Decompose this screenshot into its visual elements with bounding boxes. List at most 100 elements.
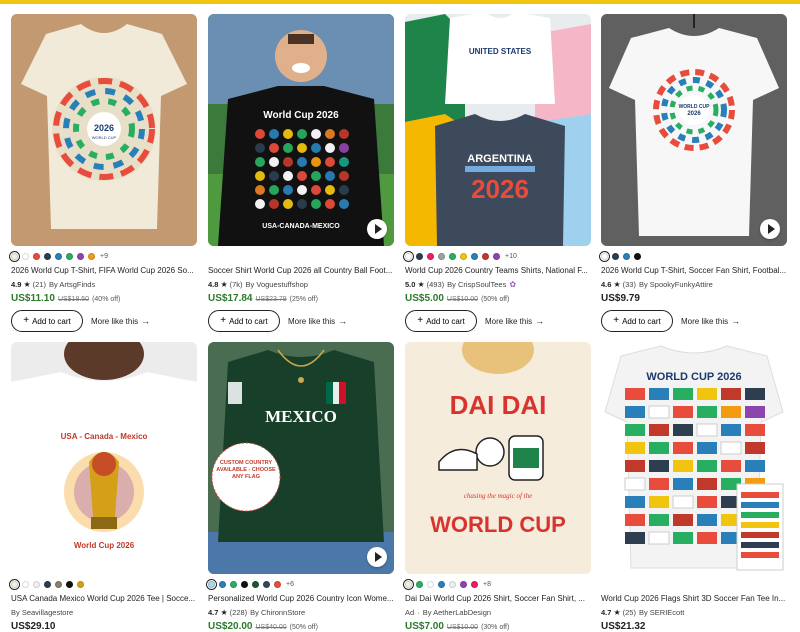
more-like-this-link[interactable]: More like this → [485,316,544,326]
color-swatch[interactable] [427,253,434,260]
shop-name[interactable]: By Voguestuffshop [246,280,308,289]
sale-price: US$11.10 [11,293,55,304]
color-swatch[interactable] [77,581,84,588]
color-swatch[interactable] [66,253,73,260]
listing-card[interactable]: MEXICO CUSTOM COUNTRY AVAILABLE - CHOOSE… [208,342,394,632]
listing-image[interactable]: USA - Canada - Mexico World Cup 2026 [11,342,197,574]
shop-name[interactable]: By SERIEcott [639,608,684,617]
color-swatch[interactable] [274,581,281,588]
color-swatches: +6 [208,580,394,589]
color-swatch[interactable] [44,253,51,260]
listing-image[interactable]: DAI DAI chasing the magic of the WORLD C… [405,342,591,574]
listing-card[interactable]: DAI DAI chasing the magic of the WORLD C… [405,342,591,632]
tshirt-image: MEXICO CUSTOM COUNTRY AVAILABLE - CHOOSE… [208,342,394,574]
color-swatch[interactable] [427,581,434,588]
color-swatch[interactable] [11,581,18,588]
color-swatch[interactable] [438,253,445,260]
listing-title[interactable]: 2026 World Cup T-Shirt, FIFA World Cup 2… [11,266,197,275]
color-swatch[interactable] [208,581,215,588]
play-video-icon[interactable] [760,219,780,239]
color-swatch[interactable] [493,253,500,260]
color-swatch[interactable] [11,253,18,260]
listing-title[interactable]: Dai Dai World Cup 2026 Shirt, Soccer Fan… [405,594,591,603]
card-actions: + Add to cart More like this → [405,310,591,332]
listing-card[interactable]: WORLD CUP 2026 2026 World Cup T-Shirt, S… [601,14,787,332]
color-swatch[interactable] [460,253,467,260]
shop-name[interactable]: By SpookyFunkyAttire [639,280,713,289]
shop-name[interactable]: By Seavillagestore [11,608,73,617]
more-like-this-link[interactable]: More like this → [288,316,347,326]
color-swatch[interactable] [22,253,29,260]
color-swatch[interactable] [601,253,608,260]
listing-card[interactable]: UNITED STATES ARGENTINA 2026 +10 World C… [405,14,591,332]
color-swatch[interactable] [623,253,630,260]
listing-image[interactable]: MEXICO CUSTOM COUNTRY AVAILABLE - CHOOSE… [208,342,394,574]
shop-name[interactable]: By ArtsgFinds [49,280,95,289]
add-to-cart-button[interactable]: + Add to cart [601,310,673,332]
listing-card[interactable]: World Cup 2026 USA-CANADA-MEXICO Soccer … [208,14,394,332]
star-icon: ★ [220,608,228,617]
color-swatch[interactable] [612,253,619,260]
color-swatch[interactable] [416,581,423,588]
color-swatch[interactable] [438,581,445,588]
color-swatch[interactable] [88,253,95,260]
color-swatch[interactable] [263,581,270,588]
image-subheadline: WORLD CUP [430,512,566,537]
shop-name[interactable]: By CrispSoulTees [447,280,506,289]
play-video-icon[interactable] [367,219,387,239]
color-swatch[interactable] [252,581,259,588]
color-swatch[interactable] [44,581,51,588]
add-to-cart-label: Add to cart [229,316,268,326]
image-headline: USA - Canada - Mexico [61,432,148,441]
listing-image[interactable]: UNITED STATES ARGENTINA 2026 [405,14,591,246]
listing-title[interactable]: World Cup 2026 Flags Shirt 3D Soccer Fan… [601,594,787,603]
play-video-icon[interactable] [367,547,387,567]
listing-title[interactable]: USA Canada Mexico World Cup 2026 Tee | S… [11,594,197,603]
listing-card[interactable]: 2026 WORLD CUP +9 2026 World Cup T-Shirt… [11,14,197,332]
color-swatch[interactable] [460,581,467,588]
color-swatch[interactable] [77,253,84,260]
color-swatch[interactable] [33,581,40,588]
listing-card[interactable]: WORLD CUP 2026 World Cup 2026 Flags Shir… [601,342,787,632]
color-swatch[interactable] [55,253,62,260]
listing-image[interactable]: WORLD CUP 2026 [601,14,787,246]
rating-value: 5.0 [405,280,416,289]
color-swatch[interactable] [482,253,489,260]
color-swatch[interactable] [471,253,478,260]
listing-title[interactable]: Soccer Shirt World Cup 2026 all Country … [208,266,394,275]
color-swatch[interactable] [230,581,237,588]
price-row: US$7.00 US$10.00 (30% off) [405,621,591,632]
discount-percent: (50% off) [481,296,510,303]
shop-name[interactable]: By ChironnStore [250,608,305,617]
color-swatch[interactable] [55,581,62,588]
color-swatch[interactable] [405,253,412,260]
color-swatch[interactable] [33,253,40,260]
shop-name[interactable]: By AetherLabDesign [423,608,491,617]
more-like-this-link[interactable]: More like this → [681,316,740,326]
listing-image[interactable]: 2026 WORLD CUP [11,14,197,246]
color-swatch[interactable] [241,581,248,588]
color-swatch[interactable] [449,581,456,588]
add-to-cart-label: Add to cart [426,316,465,326]
color-swatch[interactable] [66,581,73,588]
color-swatch[interactable] [416,253,423,260]
listing-meta: Ad · By AetherLabDesign [405,608,591,617]
listing-image[interactable]: World Cup 2026 USA-CANADA-MEXICO [208,14,394,246]
add-to-cart-button[interactable]: + Add to cart [11,310,83,332]
add-to-cart-button[interactable]: + Add to cart [208,310,280,332]
add-to-cart-button[interactable]: + Add to cart [405,310,477,332]
color-swatch[interactable] [634,253,641,260]
color-swatch[interactable] [449,253,456,260]
color-swatch[interactable] [22,581,29,588]
listing-title[interactable]: 2026 World Cup T-Shirt, Soccer Fan Shirt… [601,266,787,275]
listing-title[interactable]: Personalized World Cup 2026 Country Icon… [208,594,394,603]
listing-image[interactable]: WORLD CUP 2026 [601,342,787,574]
listing-card[interactable]: USA - Canada - Mexico World Cup 2026 USA… [11,342,197,632]
more-like-this-link[interactable]: More like this → [91,316,150,326]
color-swatch[interactable] [471,581,478,588]
listing-title[interactable]: World Cup 2026 Country Teams Shirts, Nat… [405,266,591,275]
image-subheadline: WORLD CUP [92,135,117,140]
color-swatch[interactable] [405,581,412,588]
color-swatch[interactable] [219,581,226,588]
rating-value: 4.8 [208,280,219,289]
